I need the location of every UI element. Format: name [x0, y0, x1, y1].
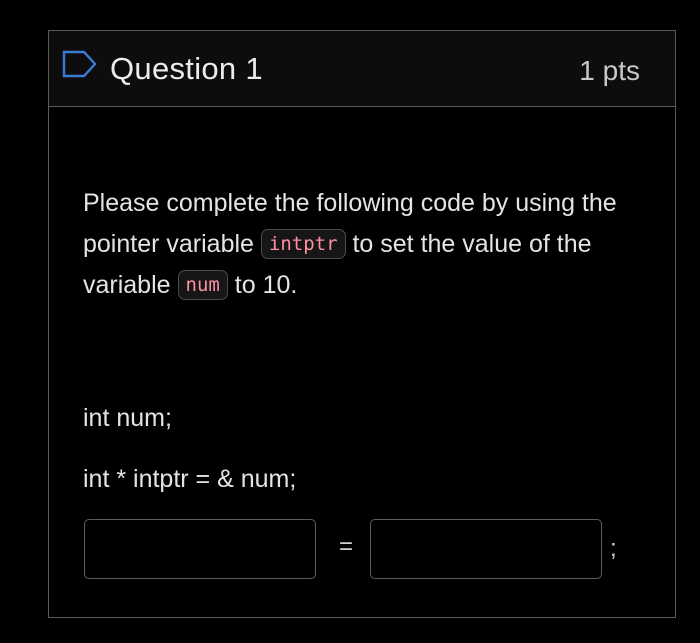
- answer-left-input[interactable]: [84, 519, 316, 579]
- code-num: num: [177, 270, 228, 300]
- code-intptr: intptr: [260, 229, 346, 259]
- question-points: 1 pts: [579, 55, 640, 86]
- prompt-text: to 10.: [234, 271, 298, 299]
- code-line-pointer: int * intptr = & num;: [83, 465, 297, 493]
- semicolon: ;: [610, 535, 617, 562]
- code-line-declaration: int num;: [83, 404, 172, 432]
- equals-sign: =: [339, 533, 354, 560]
- question-title: Question 1: [110, 51, 263, 86]
- flag-icon[interactable]: [62, 49, 98, 79]
- question-prompt: Please complete the following code by us…: [83, 183, 643, 306]
- question-card: Question 1 1 pts Please complete the fol…: [48, 30, 676, 618]
- question-header: Question 1 1 pts: [49, 31, 675, 107]
- answer-right-input[interactable]: [370, 519, 602, 579]
